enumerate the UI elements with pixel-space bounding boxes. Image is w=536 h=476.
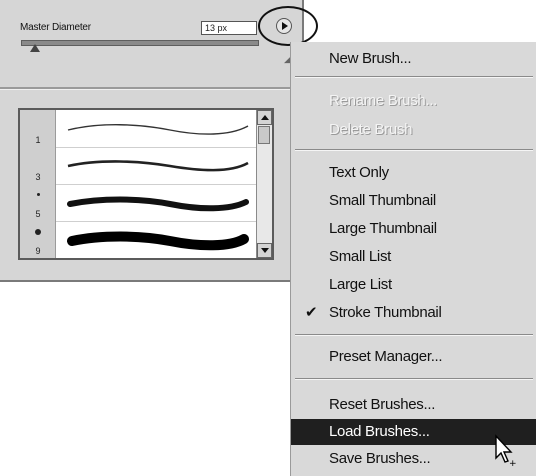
- menu-separator: [295, 149, 533, 151]
- panel-divider: [0, 87, 302, 90]
- diameter-input[interactable]: 13 px: [201, 21, 257, 35]
- menu-item-preset-manager[interactable]: Preset Manager...: [291, 344, 536, 370]
- mouse-pointer-icon: +: [495, 434, 517, 468]
- scroll-up-arrow-icon[interactable]: [257, 110, 272, 125]
- brush-size-label: 5: [35, 209, 41, 219]
- menu-item-small-list[interactable]: Small List: [291, 244, 536, 270]
- brush-preset-list[interactable]: 1 3 5 9: [18, 108, 274, 260]
- menu-item-delete-brush: Delete Brush: [329, 121, 413, 138]
- diameter-slider-thumb[interactable]: [30, 44, 40, 52]
- brush-row[interactable]: 9: [20, 221, 258, 258]
- menu-separator: [295, 334, 533, 336]
- menu-item-small-thumbnail[interactable]: Small Thumbnail: [291, 188, 536, 214]
- menu-item-rename-brush: Rename Brush...: [329, 92, 438, 109]
- brush-row[interactable]: 3: [20, 147, 258, 185]
- brush-tip-cell: 9: [20, 221, 56, 258]
- checkmark-icon: ✔: [305, 304, 318, 321]
- stroke-thumbnail-icon: [67, 231, 249, 251]
- menu-item-label: Stroke Thumbnail: [329, 304, 442, 321]
- menu-item-stroke-thumbnail[interactable]: ✔ Stroke Thumbnail: [291, 300, 536, 326]
- stroke-thumbnail-icon: [67, 196, 249, 212]
- stroke-thumbnail-icon: [67, 124, 249, 135]
- brush-list-scrollbar[interactable]: [256, 110, 272, 258]
- menu-separator: [295, 378, 533, 380]
- brush-size-label: 3: [35, 172, 41, 182]
- brush-size-label: 1: [35, 135, 41, 145]
- menu-separator: [295, 76, 533, 78]
- menu-item-reset-brushes[interactable]: Reset Brushes...: [291, 392, 536, 418]
- menu-item-text-only[interactable]: Text Only: [291, 160, 536, 186]
- brush-tip-cell: 5: [20, 184, 56, 221]
- brush-size-label: 9: [35, 246, 41, 256]
- scroll-down-arrow-icon[interactable]: [257, 243, 272, 258]
- brush-row[interactable]: 5: [20, 184, 258, 222]
- stroke-thumbnail-icon: [67, 160, 249, 172]
- master-diameter-label: Master Diameter: [20, 22, 91, 33]
- brush-tip-cell: 3: [20, 147, 56, 184]
- callout-circle: [258, 6, 318, 46]
- menu-item-large-thumbnail[interactable]: Large Thumbnail: [291, 216, 536, 242]
- svg-text:+: +: [509, 459, 517, 468]
- menu-item-large-list[interactable]: Large List: [291, 272, 536, 298]
- brushes-panel: Master Diameter 13 px ◢ 1 3 5 9: [0, 0, 318, 282]
- diameter-slider[interactable]: [21, 40, 259, 46]
- brush-tip-icon: [37, 193, 40, 196]
- menu-item-new-brush[interactable]: New Brush...: [291, 46, 536, 72]
- brush-tip-icon: [35, 229, 41, 235]
- brush-tip-cell: 1: [20, 110, 56, 147]
- brush-row[interactable]: 1: [20, 110, 258, 148]
- scroll-thumb[interactable]: [258, 126, 270, 144]
- brushes-flyout-menu: New Brush... Rename Brush... Delete Brus…: [290, 42, 536, 476]
